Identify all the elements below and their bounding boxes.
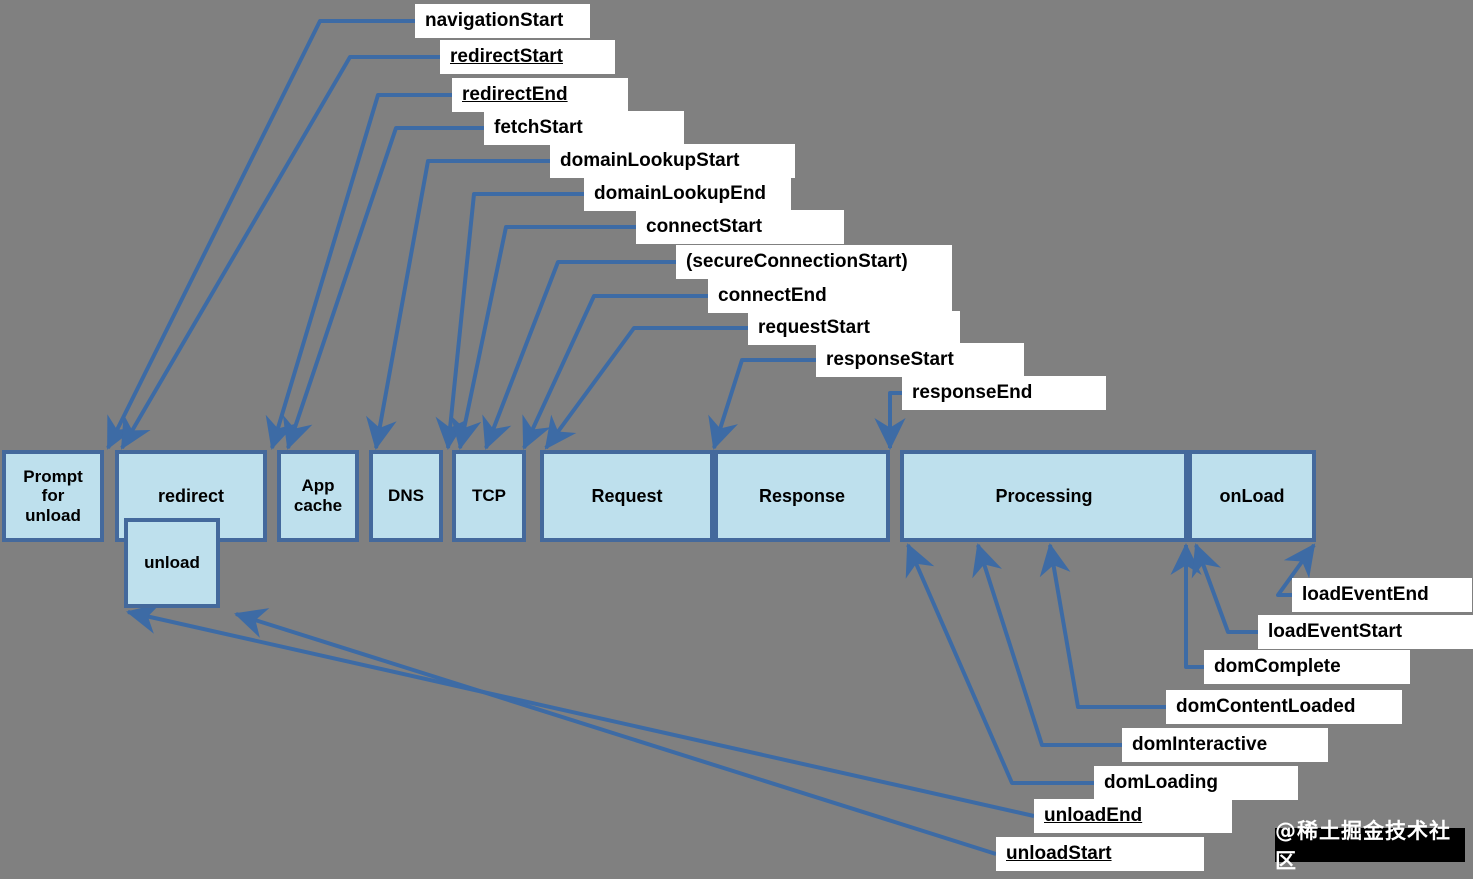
event-label-secureConnectionStart: (secureConnectionStart) <box>676 245 952 279</box>
event-label-navigationStart: navigationStart <box>415 4 590 38</box>
event-label-domainLookupStart: domainLookupStart <box>550 144 795 178</box>
event-label-requestStart: requestStart <box>748 311 960 345</box>
event-label-redirectEnd: redirectEnd <box>452 78 628 112</box>
event-label-unloadStart: unloadStart <box>996 837 1204 871</box>
event-label-redirectStart: redirectStart <box>440 40 615 74</box>
event-label-loadEventEnd: loadEventEnd <box>1292 578 1472 612</box>
event-label-domContentLoaded: domContentLoaded <box>1166 690 1402 724</box>
event-label-connectEnd: connectEnd <box>708 279 952 313</box>
event-label-domLoading: domLoading <box>1094 766 1298 800</box>
diagram-canvas: Prompt for unload redirect App cache DNS TCP Req… <box>0 0 1473 879</box>
phase-bar-dns: DNS <box>369 450 443 542</box>
phase-bar-tcp: TCP <box>452 450 526 542</box>
phase-bar-processing: Processing <box>900 450 1188 542</box>
phase-bar-onload: onLoad <box>1188 450 1316 542</box>
event-label-fetchStart: fetchStart <box>484 111 684 145</box>
event-label-domComplete: domComplete <box>1204 650 1410 684</box>
phase-bar-prompt-for-unload: Prompt for unload <box>2 450 104 542</box>
event-label-domainLookupEnd: domainLookupEnd <box>584 177 791 211</box>
phase-bar-request: Request <box>540 450 714 542</box>
phase-bar-unload: unload <box>124 518 220 608</box>
event-label-domInteractive: domInteractive <box>1122 728 1328 762</box>
phase-bar-response: Response <box>714 450 890 542</box>
event-label-loadEventStart: loadEventStart <box>1258 615 1473 649</box>
event-label-responseEnd: responseEnd <box>902 376 1106 410</box>
event-label-connectStart: connectStart <box>636 210 844 244</box>
phase-bar-app-cache: App cache <box>277 450 359 542</box>
watermark: @稀土掘金技术社区 <box>1275 819 1465 873</box>
event-label-unloadEnd: unloadEnd <box>1034 799 1232 833</box>
event-label-responseStart: responseStart <box>816 343 1024 377</box>
